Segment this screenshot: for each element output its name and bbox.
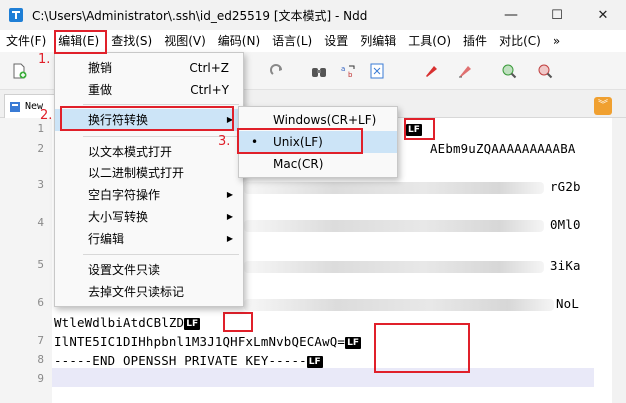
- document-icon: [10, 101, 20, 112]
- menu-item-case-conversion[interactable]: 大小写转换 ▶: [55, 206, 243, 228]
- replace-icon[interactable]: ab: [340, 62, 358, 80]
- zoom-out-icon[interactable]: [536, 62, 554, 80]
- menu-separator: [83, 254, 239, 255]
- line-number: 2: [37, 142, 44, 155]
- svg-text:a: a: [341, 65, 345, 73]
- menu-item-set-readonly[interactable]: 设置文件只读: [55, 259, 243, 281]
- menu-separator: [83, 104, 239, 105]
- redacted-text: [244, 182, 544, 194]
- menu-tools[interactable]: 工具(O): [402, 30, 457, 52]
- redacted-text: [244, 299, 554, 311]
- maximize-button[interactable]: ☐: [534, 0, 580, 30]
- code-line-5-tail: 3iKa: [550, 258, 581, 273]
- find-in-files-icon[interactable]: [368, 62, 386, 80]
- lf-highlight-box: [404, 118, 435, 140]
- chevron-down-icon[interactable]: ︾: [594, 97, 612, 115]
- menu-item-line-edit[interactable]: 行编辑 ▶: [55, 228, 243, 250]
- menu-item-mac-cr[interactable]: Mac(CR): [239, 153, 397, 175]
- line-number: 1: [37, 122, 44, 135]
- line-number: 3: [37, 178, 44, 191]
- vertical-scrollbar[interactable]: [612, 118, 626, 403]
- redacted-text: [244, 220, 544, 232]
- close-button[interactable]: ✕: [580, 0, 626, 30]
- submenu-arrow-icon: ▶: [226, 212, 233, 221]
- binoculars-icon[interactable]: [310, 62, 328, 80]
- menu-column-edit[interactable]: 列编辑: [354, 30, 402, 52]
- code-line-6-wrap: WtleWdlbiAtdCBlZD LF: [54, 315, 201, 330]
- menu-plugins[interactable]: 插件: [457, 30, 493, 52]
- menu-view[interactable]: 视图(V): [158, 30, 212, 52]
- redo-icon[interactable]: [268, 62, 286, 80]
- lf-highlight-box: [223, 312, 253, 332]
- code-line-3-tail: rG2b: [550, 179, 581, 194]
- lf-marker: LF: [184, 317, 201, 330]
- submenu-arrow-icon: ▶: [226, 190, 233, 199]
- menu-file[interactable]: 文件(F): [0, 30, 52, 52]
- step-label-3: 3.: [218, 134, 231, 149]
- new-file-icon[interactable]: [10, 62, 28, 80]
- code-line-8: -----END OPENSSH PRIVATE KEY----- LF: [54, 353, 323, 368]
- unix-item-highlight-box: [237, 128, 363, 154]
- line-number: 6: [37, 296, 44, 309]
- line-number: 8: [37, 353, 44, 366]
- lf-marker: LF: [306, 355, 323, 368]
- app-icon: [9, 8, 23, 22]
- menu-encoding[interactable]: 编码(N): [212, 30, 266, 52]
- zoom-in-icon[interactable]: [500, 62, 518, 80]
- line-number: 4: [37, 216, 44, 229]
- eol-item-highlight-box: [60, 106, 234, 131]
- menu-language[interactable]: 语言(L): [266, 30, 318, 52]
- menu-item-open-text-mode[interactable]: 以文本模式打开: [55, 141, 243, 163]
- lf-marker: LF: [345, 336, 361, 349]
- step-label-1: 1.: [38, 52, 51, 67]
- step-label-2: 2.: [40, 108, 53, 123]
- marker-red-icon[interactable]: [422, 62, 440, 80]
- code-line-6-tail: NoL: [556, 296, 579, 311]
- code-line-2-tail: AEbm9uZQAAAAAAAAABA: [430, 141, 576, 156]
- lf-highlight-box: [374, 323, 470, 373]
- edit-menu-dropdown: 撤销 Ctrl+Z 重做 Ctrl+Y 换行符转换 ▶ 以文本模式打开 以二进制模式打…: [54, 52, 244, 307]
- marker-clear-icon[interactable]: [456, 62, 474, 80]
- line-number: 9: [37, 372, 44, 385]
- current-line-highlight: [52, 368, 594, 387]
- line-number: 7: [37, 334, 44, 347]
- menu-item-open-binary-mode[interactable]: 以二进制模式打开: [55, 162, 243, 184]
- menu-item-whitespace-ops[interactable]: 空白字符操作 ▶: [55, 184, 243, 206]
- svg-text:b: b: [348, 71, 353, 79]
- minimize-button[interactable]: —: [488, 0, 534, 30]
- menu-compare[interactable]: 对比(C): [493, 30, 547, 52]
- submenu-arrow-icon: ▶: [226, 234, 233, 243]
- menu-separator: [83, 136, 239, 137]
- menu-find[interactable]: 查找(S): [105, 30, 158, 52]
- menu-settings[interactable]: 设置: [318, 30, 354, 52]
- ndd-editor-window: C:\Users\Administrator\.ssh\id_ed25519 […: [0, 0, 626, 403]
- menu-item-redo[interactable]: 重做 Ctrl+Y: [55, 79, 243, 101]
- edit-menu-highlight-box: [54, 30, 107, 54]
- menu-overflow[interactable]: »: [547, 30, 566, 52]
- code-line-4-tail: 0Ml0: [550, 217, 581, 232]
- redacted-text: [244, 261, 544, 273]
- menu-item-undo[interactable]: 撤销 Ctrl+Z: [55, 57, 243, 79]
- menu-item-remove-readonly[interactable]: 去掉文件只读标记: [55, 281, 243, 303]
- code-line-7: IlNTE5IC1DIHhpbnl1M3J1QHFxLmNvbQECAwQ= LF: [54, 334, 361, 349]
- line-number: 5: [37, 258, 44, 271]
- window-title: C:\Users\Administrator\.ssh\id_ed25519 […: [32, 8, 368, 23]
